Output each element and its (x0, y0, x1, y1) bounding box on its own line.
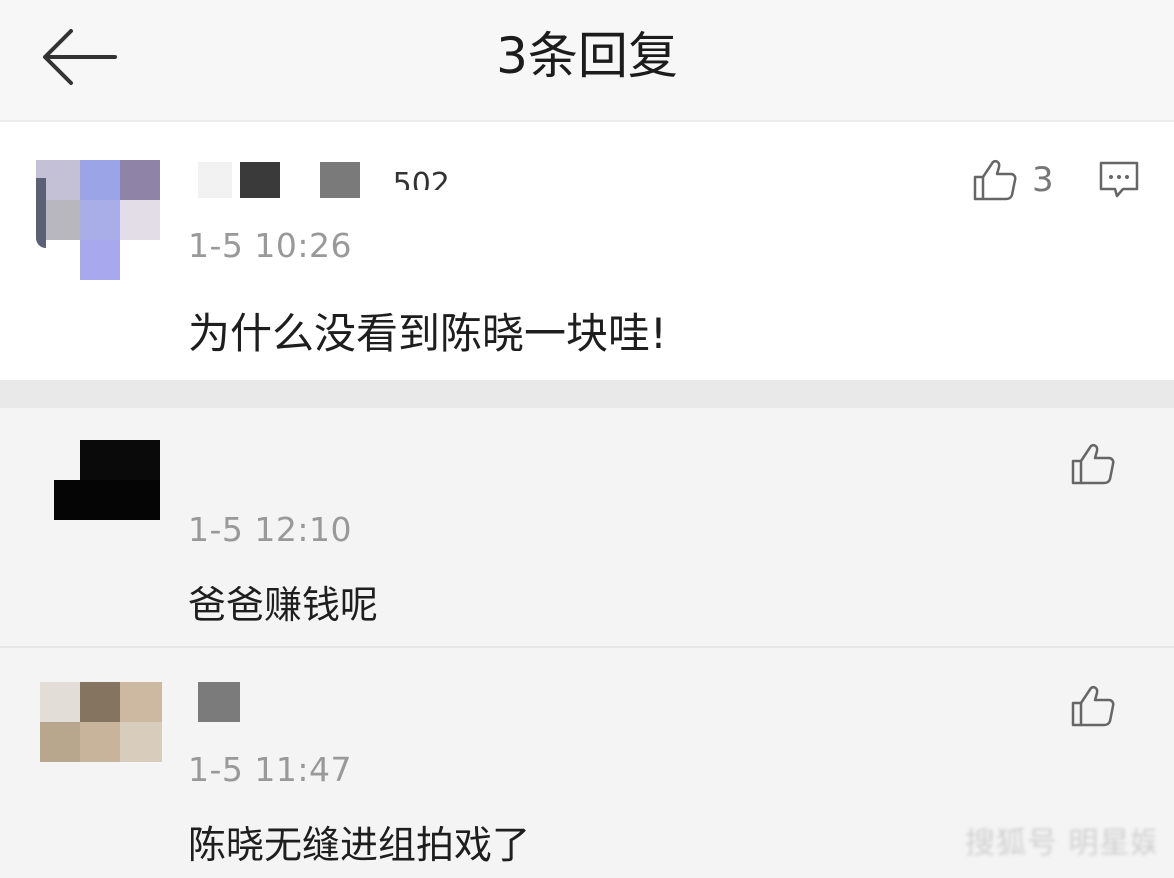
like-button[interactable]: 3 (972, 158, 1054, 202)
reply-text: 陈晓无缝进组拍戏了 (188, 823, 531, 867)
like-count: 3 (1032, 160, 1054, 200)
username-obscured[interactable]: .. 502 (198, 162, 468, 206)
main-comment: .. 502 1-5 10:26 为什么没看到陈晓一块哇! 3 (0, 122, 1174, 380)
thumbs-up-icon (973, 159, 1017, 201)
reply-time: 1-5 11:47 (188, 750, 352, 789)
comment-bubble-icon (1099, 161, 1139, 198)
thumbs-up-icon (1071, 685, 1115, 727)
username-suffix: .. 502 (364, 170, 450, 190)
avatar[interactable] (40, 682, 162, 762)
thumbs-up-icon (1071, 443, 1115, 485)
section-divider (0, 380, 1174, 408)
username-obscured[interactable] (198, 682, 348, 724)
avatar[interactable] (54, 440, 160, 520)
reply-text: 爸爸赚钱呢 (188, 583, 379, 627)
avatar[interactable] (36, 160, 160, 280)
top-bar: 3条回复 (0, 0, 1174, 122)
page-title: 3条回复 (496, 27, 678, 85)
like-button[interactable] (1070, 442, 1116, 486)
reply-time: 1-5 12:10 (188, 510, 352, 549)
reply-button[interactable] (1098, 160, 1140, 204)
list-item: 1-5 12:10 爸爸赚钱呢 (0, 408, 1174, 646)
watermark: 搜狐号 明星娱乐 (965, 826, 1155, 858)
comment-text: 为什么没看到陈晓一块哇! (188, 309, 667, 358)
like-button[interactable] (1070, 684, 1116, 728)
comment-time: 1-5 10:26 (188, 226, 352, 265)
